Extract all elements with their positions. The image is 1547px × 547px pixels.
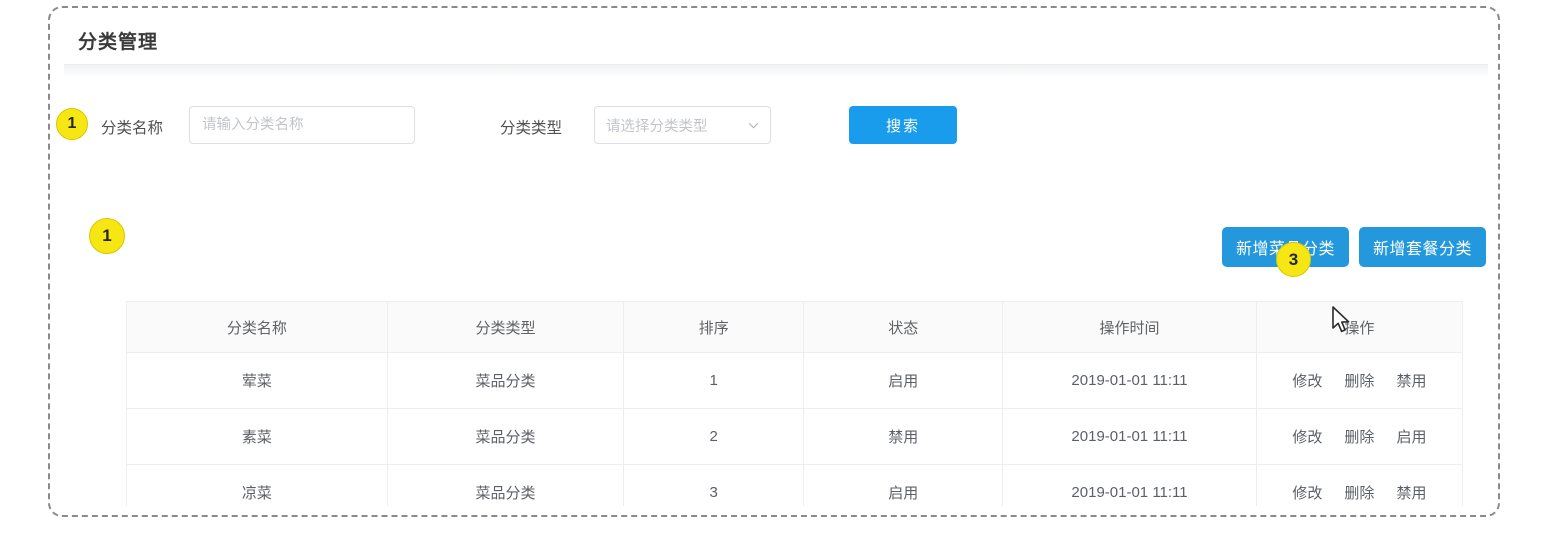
- cell-status: 启用: [803, 464, 1004, 506]
- cell-status: 禁用: [803, 408, 1004, 465]
- cell-ops: 修改 删除 禁用: [1256, 352, 1462, 409]
- cell-type: 菜品分类: [387, 352, 625, 409]
- cell-time: 2019-01-01 11:11: [1002, 464, 1257, 506]
- cell-status: 启用: [803, 352, 1004, 409]
- category-name-label: 分类名称: [101, 120, 164, 137]
- card-header: 分类管理: [64, 16, 1488, 64]
- toggle-status-link[interactable]: 禁用: [1396, 370, 1426, 391]
- page-title: 分类管理: [78, 31, 159, 53]
- cell-type: 菜品分类: [387, 464, 625, 506]
- cell-type: 菜品分类: [387, 408, 625, 465]
- toolbar-add-buttons: 新增菜品分类 新增套餐分类: [1221, 227, 1486, 267]
- table-row: 荤菜 菜品分类 1 启用 2019-01-01 11:11 修改 删除 禁用: [127, 352, 1462, 409]
- column-header-time: 操作时间: [1002, 302, 1257, 353]
- delete-link[interactable]: 删除: [1344, 370, 1374, 391]
- cell-name: 荤菜: [127, 352, 388, 409]
- table-row: 凉菜 菜品分类 3 启用 2019-01-01 11:11 修改 删除 禁用: [127, 464, 1462, 506]
- chevron-down-icon: [748, 120, 759, 131]
- column-header-ops: 操作: [1256, 302, 1462, 353]
- table-header-row: 分类名称 分类类型 排序 状态 操作时间 操作: [127, 302, 1462, 353]
- cell-sort: 2: [623, 408, 805, 465]
- add-combo-category-button[interactable]: 新增套餐分类: [1358, 227, 1486, 267]
- toggle-status-link[interactable]: 禁用: [1396, 482, 1426, 503]
- edit-link[interactable]: 修改: [1292, 370, 1322, 391]
- delete-link[interactable]: 删除: [1344, 426, 1374, 447]
- edit-link[interactable]: 修改: [1292, 482, 1322, 503]
- category-type-select-value: 请选择分类类型: [606, 118, 708, 135]
- header-divider: [64, 64, 1488, 75]
- column-header-sort: 排序: [623, 302, 805, 353]
- cell-time: 2019-01-01 11:11: [1002, 408, 1257, 465]
- edit-link[interactable]: 修改: [1292, 426, 1322, 447]
- column-header-type: 分类类型: [387, 302, 625, 353]
- toggle-status-link[interactable]: 启用: [1396, 426, 1426, 447]
- category-name-input[interactable]: [189, 106, 415, 144]
- cell-sort: 1: [623, 352, 805, 409]
- category-type-label: 分类类型: [500, 120, 563, 137]
- table-row: 素菜 菜品分类 2 禁用 2019-01-01 11:11 修改 删除 启用: [127, 408, 1462, 465]
- cell-ops: 修改 删除 禁用: [1256, 464, 1462, 506]
- search-button[interactable]: 搜索: [849, 106, 957, 144]
- column-header-name: 分类名称: [127, 302, 388, 353]
- search-form: 分类名称 分类类型 请选择分类类型 搜索: [64, 106, 1488, 150]
- cell-name: 凉菜: [127, 464, 388, 506]
- cell-ops: 修改 删除 启用: [1256, 408, 1462, 465]
- category-type-select[interactable]: 请选择分类类型: [594, 106, 771, 144]
- category-table: 分类名称 分类类型 排序 状态 操作时间 操作 荤菜 菜品分类 1 启用 201…: [126, 301, 1463, 506]
- column-header-status: 状态: [803, 302, 1004, 353]
- cell-sort: 3: [623, 464, 805, 506]
- step-badge-operations: 3: [1276, 242, 1311, 277]
- step-badge-search: 1: [56, 108, 88, 140]
- delete-link[interactable]: 删除: [1344, 482, 1374, 503]
- cell-name: 素菜: [127, 408, 388, 465]
- step-badge-table: 1: [89, 218, 125, 254]
- category-management-card: 分类管理 分类名称 分类类型 请选择分类类型 搜索: [64, 16, 1488, 506]
- card-body: 分类名称 分类类型 请选择分类类型 搜索 新增菜品分类 新增套餐分类: [64, 75, 1488, 506]
- cell-time: 2019-01-01 11:11: [1002, 352, 1257, 409]
